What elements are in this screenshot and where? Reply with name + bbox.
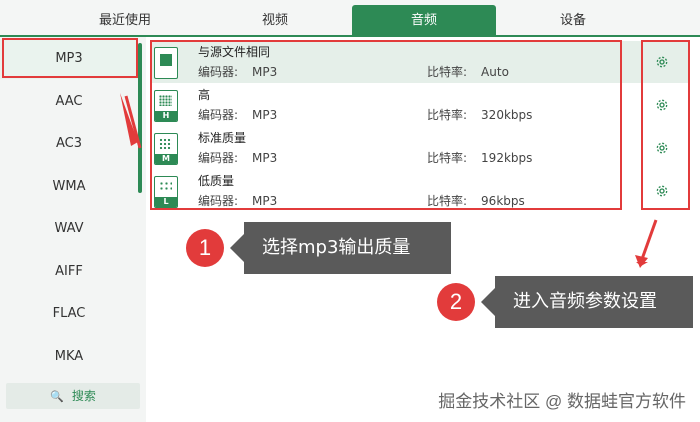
step-2-callout: 进入音频参数设置 [481,276,693,328]
annotation-arrows [120,93,658,268]
watermark: 掘金技术社区 @ 数据蛙官方软件 [438,392,686,411]
step-1-callout: 选择mp3输出质量 [230,222,451,274]
step-number-1: 1 [186,229,224,267]
step-number-2: 2 [437,283,475,321]
